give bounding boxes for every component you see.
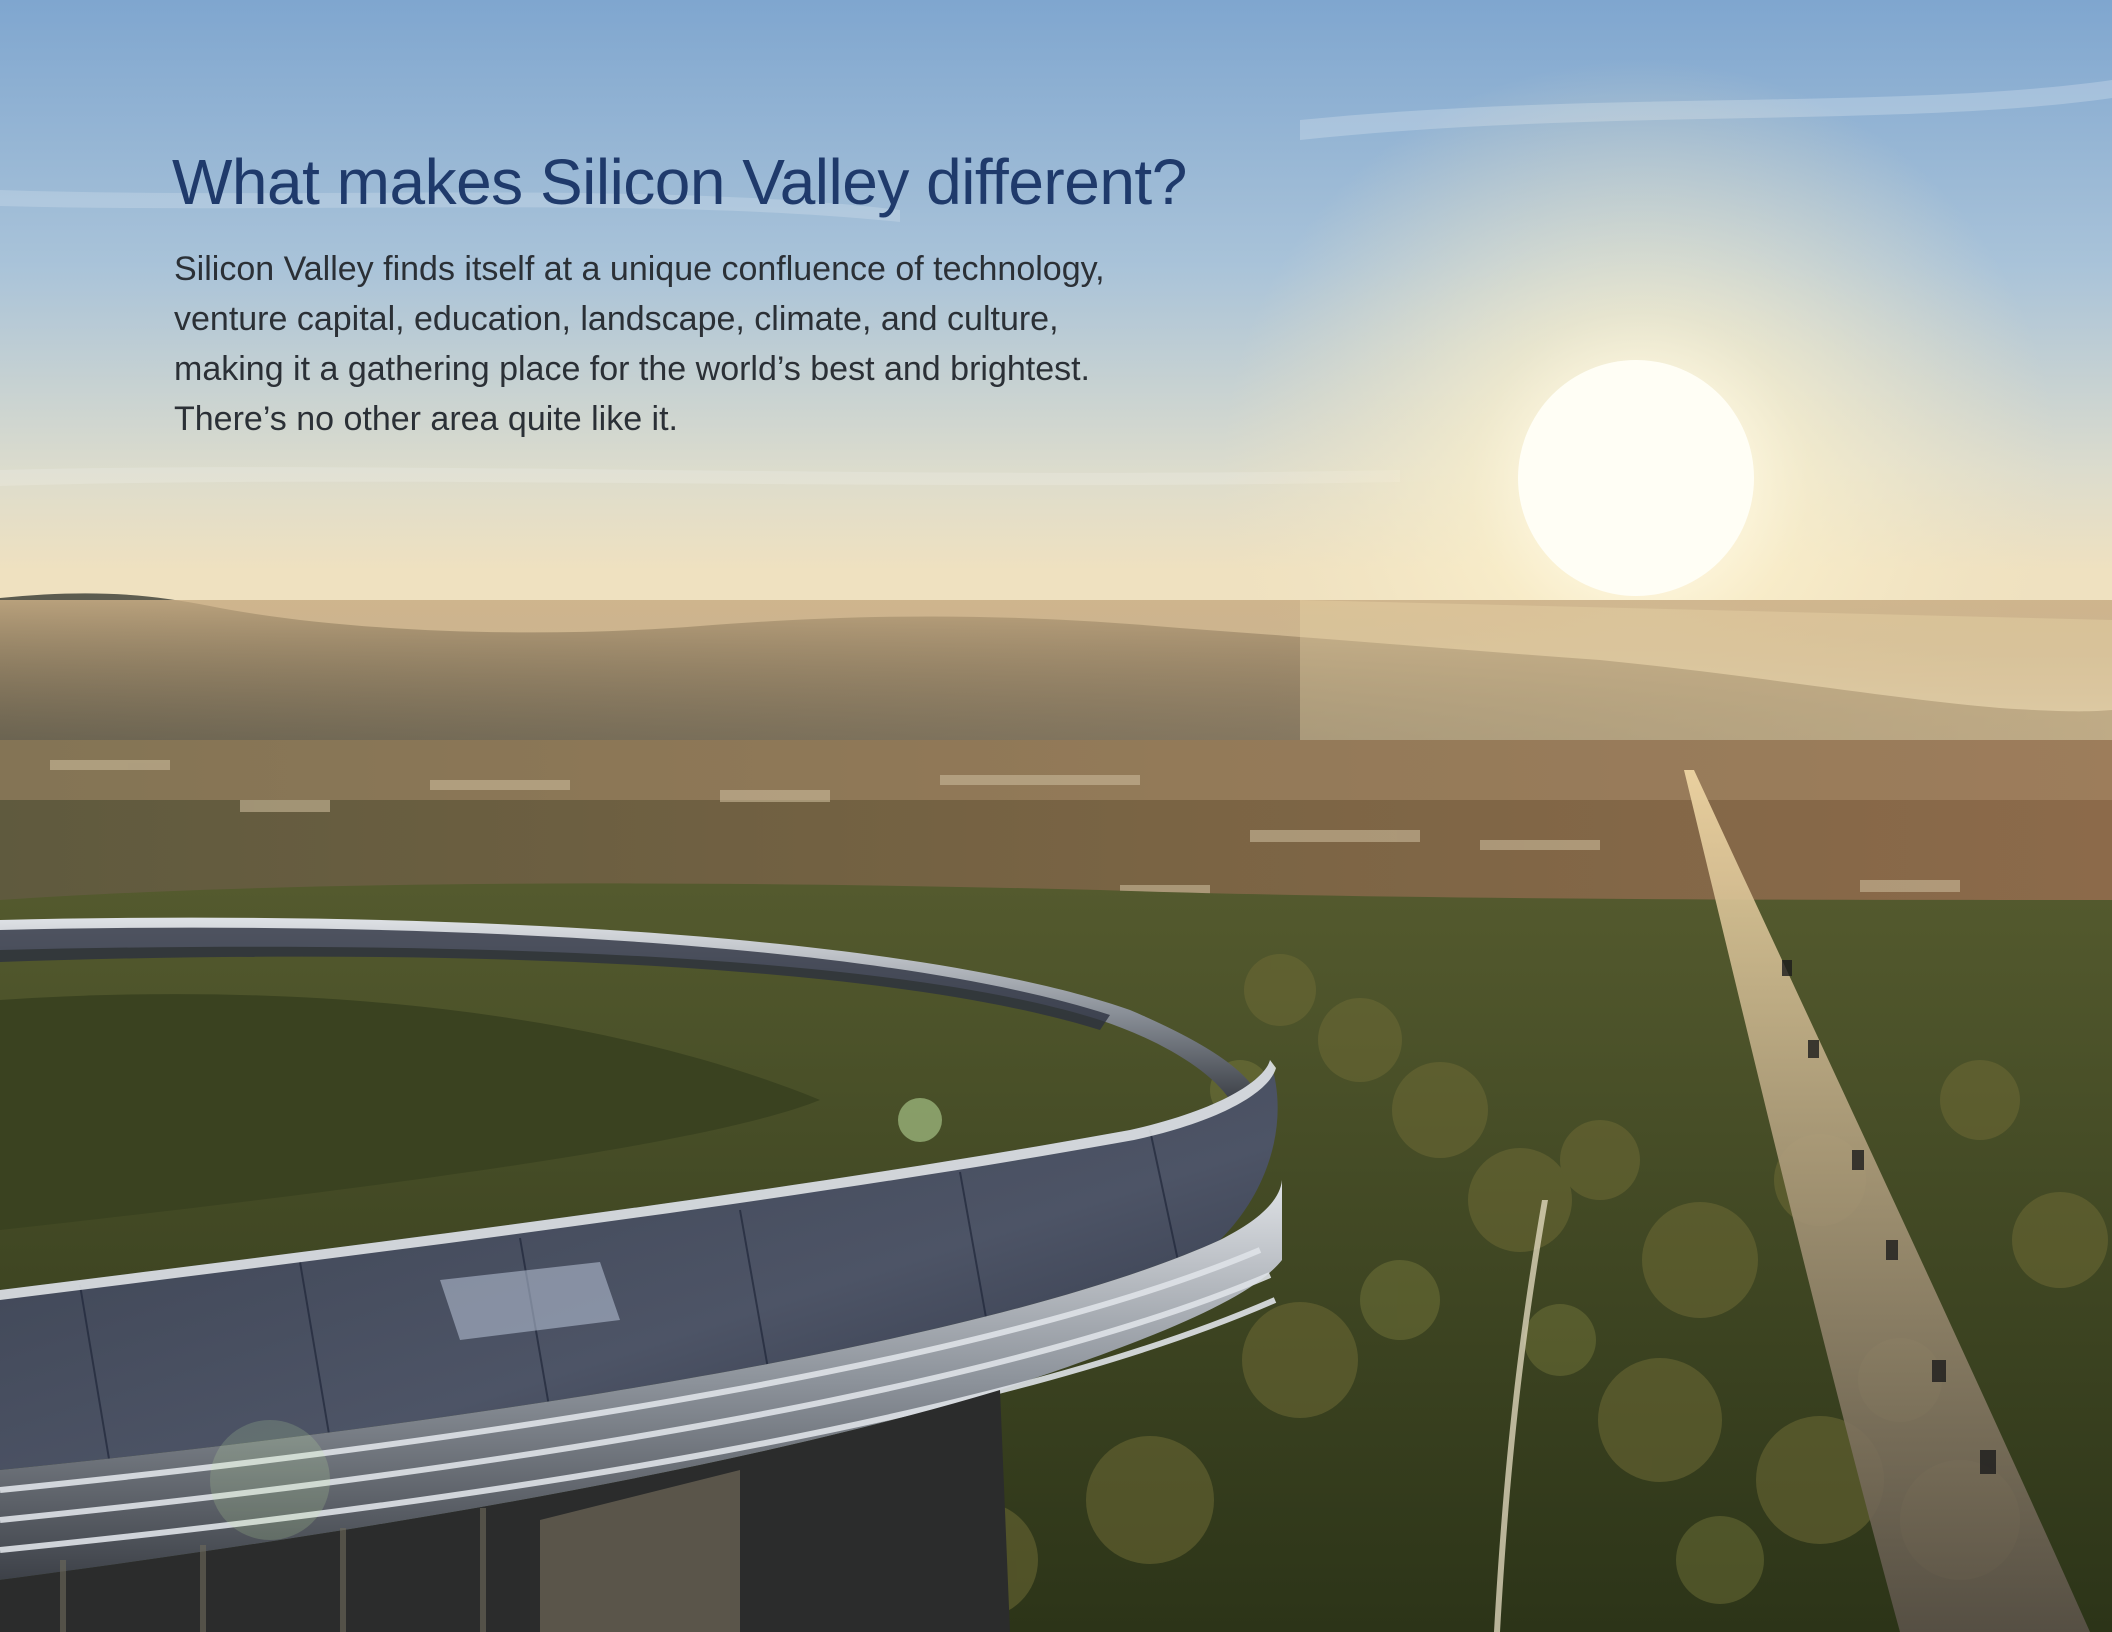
page: What makes Silicon Valley different? Sil… xyxy=(0,0,2112,1632)
intro-paragraph: Silicon Valley finds itself at a unique … xyxy=(174,244,1234,444)
intro-line: making it a gathering place for the worl… xyxy=(174,350,1091,388)
intro-line: There’s no other area quite like it. xyxy=(174,400,678,438)
page-title: What makes Silicon Valley different? xyxy=(172,146,1187,218)
intro-line: Silicon Valley finds itself at a unique … xyxy=(174,250,1105,288)
intro-line: venture capital, education, landscape, c… xyxy=(174,300,1059,338)
